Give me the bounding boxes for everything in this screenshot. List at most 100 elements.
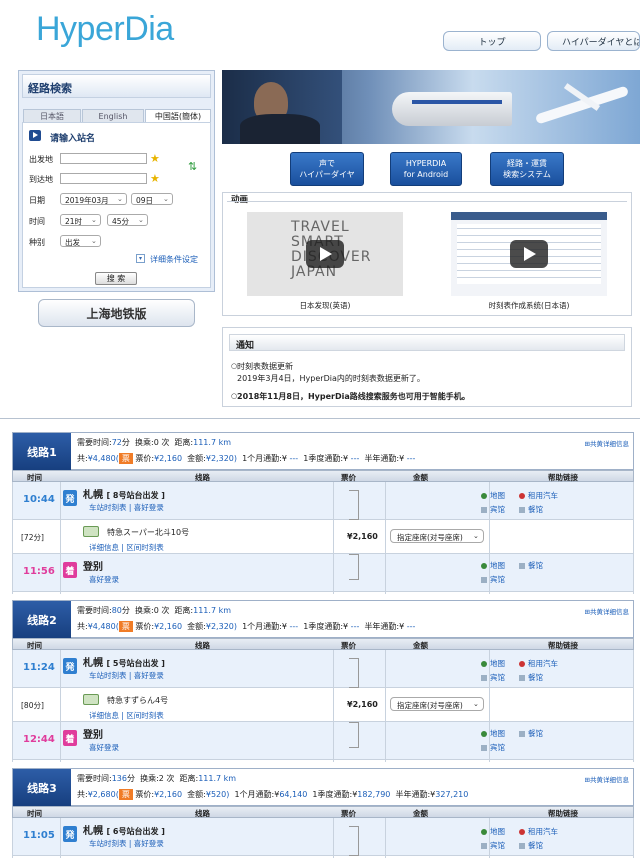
seat-type-select[interactable]: 指定座席(对号座席)	[390, 529, 484, 543]
map-link[interactable]: 地图	[481, 728, 505, 739]
col-divider	[60, 482, 61, 594]
depart-badge: 発	[63, 490, 77, 506]
restaurant-icon	[519, 563, 525, 569]
station-links[interactable]: 喜好登录	[89, 574, 119, 585]
train-links[interactable]: 详细信息 | 区间时刻表	[89, 710, 164, 721]
year-month-select[interactable]: 2019年03月	[60, 193, 127, 205]
map-link[interactable]: 地图	[481, 658, 505, 669]
nav-top-button[interactable]: トップ	[443, 31, 541, 51]
route-tag[interactable]: 线路2	[13, 601, 71, 638]
col-divider	[60, 650, 61, 762]
search-button[interactable]: 搜 索	[95, 272, 137, 285]
tab-english[interactable]: English	[82, 109, 144, 123]
col-divider	[385, 482, 386, 594]
day-select[interactable]: 09日	[131, 193, 173, 205]
col-divider	[489, 650, 490, 762]
hour-select[interactable]: 21时	[60, 214, 101, 226]
station-links[interactable]: 车站时刻表 | 喜好登录	[89, 838, 164, 849]
station-links[interactable]: 车站时刻表 | 喜好登录	[89, 502, 164, 513]
detail-settings-link[interactable]: 详细条件设定	[150, 254, 198, 265]
station-links[interactable]: 车站时刻表 | 喜好登录	[89, 670, 164, 681]
station-row-departure: 11:05 発 札幌 [ 6号站台出发 ] 车站时刻表 | 喜好登录 地图 租用…	[13, 818, 633, 856]
ticket-badge: 票	[118, 621, 133, 632]
hero-banner	[222, 70, 640, 144]
play-arrow-icon	[29, 130, 41, 141]
car-icon	[519, 661, 525, 667]
col-divider	[60, 818, 61, 858]
from-station-input[interactable]	[60, 153, 147, 164]
ticket-badge: 票	[118, 789, 133, 800]
fare-bracket	[349, 490, 359, 520]
segment-duration: [72分]	[21, 533, 44, 542]
map-link[interactable]: 地图	[481, 490, 505, 501]
hotel-link[interactable]: 宾馆	[481, 574, 505, 585]
hotel-link[interactable]: 宾馆	[481, 504, 505, 515]
map-link[interactable]: 地图	[481, 560, 505, 571]
depart-badge: 発	[63, 826, 77, 842]
section-divider	[0, 418, 640, 419]
route-fare-line: 共:¥2,680(票 票价:¥2,160 金额:¥520) 1个月通勤:¥64,…	[77, 789, 469, 800]
hotel-icon	[481, 507, 487, 513]
restaurant-link[interactable]: 餐馆	[519, 728, 543, 739]
rental-car-link[interactable]: 租用汽车	[519, 490, 558, 501]
departure-station[interactable]: 札幌 [ 6号站台出发 ]	[83, 822, 165, 837]
route-table-header: 时间 线路 票价 金额 帮助链接	[12, 638, 634, 650]
train-links[interactable]: 详细信息 | 区间时刻表	[89, 542, 164, 553]
restaurant-link[interactable]: 餐馆	[519, 840, 543, 851]
video-thumbnail-timetable[interactable]	[451, 212, 607, 296]
arrival-station[interactable]: 登别	[83, 558, 103, 573]
restaurant-link[interactable]: 餐馆	[519, 672, 543, 683]
button-line: 検索システム	[503, 170, 551, 179]
swap-icon[interactable]: ⇅	[188, 160, 200, 174]
button-line: for Android	[403, 170, 449, 179]
to-station-input[interactable]	[60, 173, 147, 184]
restaurant-link[interactable]: 餐馆	[519, 504, 543, 515]
col-divider	[333, 818, 334, 858]
route-rows: 10:44 発 札幌 [ 8号站台出发 ] 车站时刻表 | 喜好登录 地图 租用…	[12, 482, 634, 594]
route-summary-line: 需要时间:136分 换乘:2 次 距离:111.7 km	[77, 774, 237, 783]
col-divider	[489, 818, 490, 858]
detail-info-link[interactable]: ⊞共黄详细信息	[585, 606, 629, 616]
type-select[interactable]: 出发	[60, 235, 101, 247]
fare-system-button[interactable]: 経路・運賃 検索システム	[490, 152, 564, 186]
play-icon[interactable]	[510, 240, 548, 268]
voice-hyperdia-button[interactable]: 声で ハイパーダイヤ	[290, 152, 364, 186]
map-link[interactable]: 地图	[481, 826, 505, 837]
station-row-departure: 11:24 発 札幌 [ 5号站台出发 ] 车站时刻表 | 喜好登录 地图 租用…	[13, 650, 633, 688]
detail-info-link[interactable]: ⊞共黄详细信息	[585, 774, 629, 784]
route-tag[interactable]: 线路3	[13, 769, 71, 806]
route-fare-line: 共:¥4,480(票 票价:¥2,160 金额:¥2,320) 1个月通勤:¥ …	[77, 453, 416, 464]
button-line: ハイパーダイヤ	[299, 170, 355, 179]
route-table-header: 时间 线路 票价 金额 帮助链接	[12, 470, 634, 482]
video-caption: 日本发现(英语)	[299, 301, 351, 310]
star-icon[interactable]: ★	[150, 173, 161, 184]
expand-icon[interactable]: ▾	[136, 254, 145, 263]
departure-station[interactable]: 札幌 [ 8号站台出发 ]	[83, 486, 165, 501]
notice-item-title: 时刻表数据更新	[237, 362, 293, 371]
departure-station[interactable]: 札幌 [ 5号站台出发 ]	[83, 654, 165, 669]
rental-car-link[interactable]: 租用汽车	[519, 826, 558, 837]
rental-car-link[interactable]: 租用汽车	[519, 658, 558, 669]
notice-section: 通知 ○ 时刻表数据更新 2019年3月4日，HyperDia内的时刻表数据更新…	[222, 327, 632, 407]
hotel-link[interactable]: 宾馆	[481, 742, 505, 753]
android-button[interactable]: HYPERDIA for Android	[390, 152, 462, 186]
seat-type-select[interactable]: 指定座席(对号座席)	[390, 697, 484, 711]
tab-japanese[interactable]: 日本語	[23, 109, 81, 123]
station-links[interactable]: 喜好登录	[89, 742, 119, 753]
play-icon[interactable]	[306, 240, 344, 268]
route-tag[interactable]: 线路1	[13, 433, 71, 470]
hotel-link[interactable]: 宾馆	[481, 840, 505, 851]
video-thumbnail-discover-japan[interactable]: TRAVELSMARTDISCOVERJAPAN	[247, 212, 403, 296]
hyperdia-logo[interactable]: HyperDia	[36, 10, 174, 49]
star-icon[interactable]: ★	[150, 153, 161, 164]
detail-info-link[interactable]: ⊞共黄详细信息	[585, 438, 629, 448]
minute-select[interactable]: 45分	[107, 214, 148, 226]
route-rows: 11:05 発 札幌 [ 6号站台出发 ] 车站时刻表 | 喜好登录 地图 租用…	[12, 818, 634, 858]
route-summary: 线路1 需要时间:72分 换乘:0 次 距离:111.7 km 共:¥4,480…	[12, 432, 634, 470]
restaurant-link[interactable]: 餐馆	[519, 560, 543, 571]
arrival-station[interactable]: 登别	[83, 726, 103, 741]
nav-about-button[interactable]: ハイパーダイヤとは	[547, 31, 640, 51]
hotel-link[interactable]: 宾馆	[481, 672, 505, 683]
tab-chinese[interactable]: 中国語(簡体)	[145, 109, 211, 123]
shanghai-metro-button[interactable]: 上海地铁版	[38, 299, 195, 327]
